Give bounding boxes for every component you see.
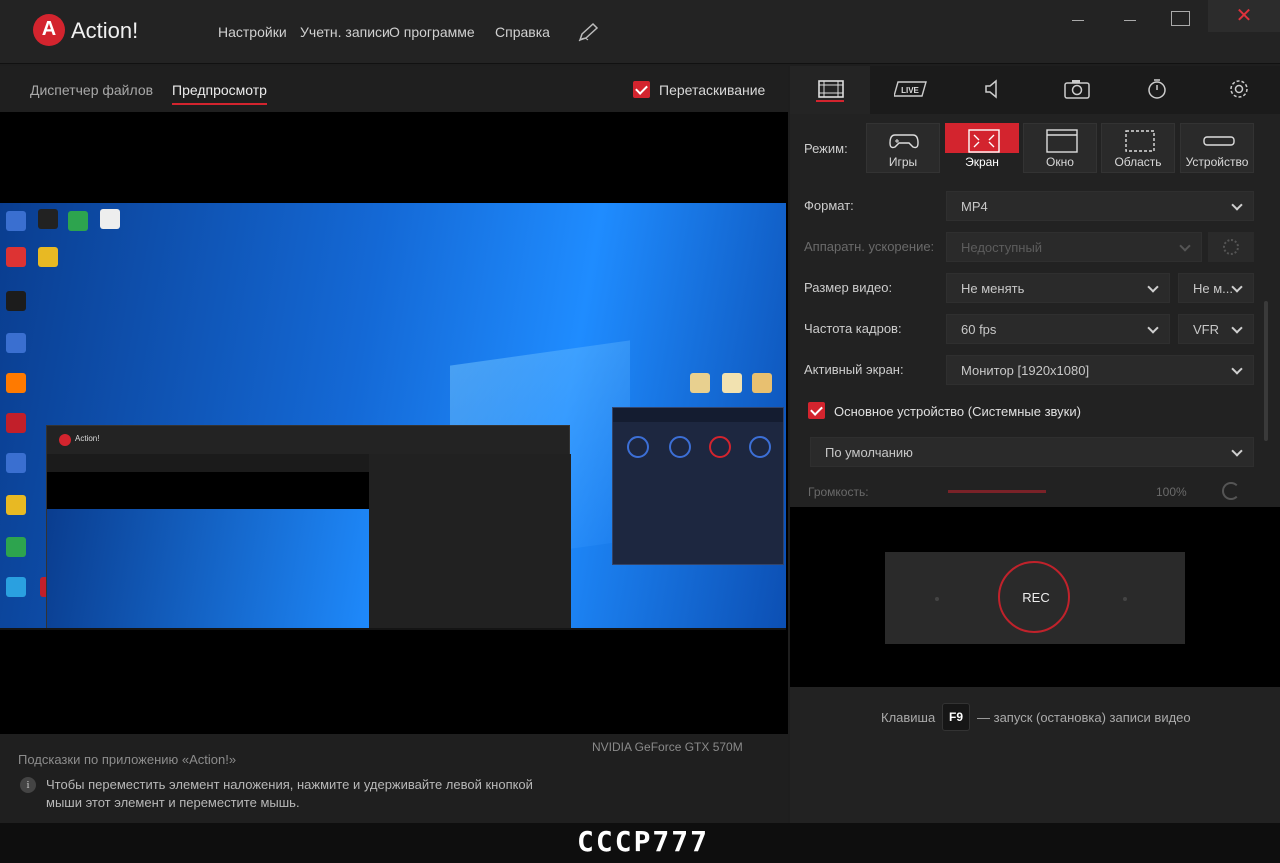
speaker-icon xyxy=(985,79,997,99)
mode-device-button[interactable]: Устройство xyxy=(1180,123,1254,173)
right-panel: LIVE Режим: Игры Экран Окно Область Устр… xyxy=(790,66,1280,823)
format-select[interactable]: MP4 xyxy=(946,191,1254,221)
hw-accel-label: Аппаратн. ускорение: xyxy=(804,239,935,254)
hotkey-description: — запуск (остановка) записи видео xyxy=(977,710,1191,725)
dot-right xyxy=(1123,597,1127,601)
volume-label: Громкость: xyxy=(808,485,869,499)
right-tab-bar: LIVE xyxy=(790,66,1280,114)
minimize-to-tray-button[interactable] xyxy=(1072,0,1088,34)
maximize-button[interactable] xyxy=(1171,0,1190,34)
volume-slider[interactable] xyxy=(948,490,1046,493)
device-icon xyxy=(1203,136,1235,146)
pen-icon[interactable] xyxy=(578,22,600,42)
menu-help[interactable]: Справка xyxy=(495,24,550,40)
info-icon: i xyxy=(20,777,36,793)
preview-desktop-image: Action! xyxy=(0,203,786,630)
volume-percent: 100% xyxy=(1156,485,1187,499)
app-window: A Action! Настройки Учетн. записи О прог… xyxy=(0,0,1280,863)
main-device-label: Основное устройство (Системные звуки) xyxy=(834,404,1081,419)
title-bar: A Action! Настройки Учетн. записи О прог… xyxy=(0,0,1280,64)
mode-label: Режим: xyxy=(804,141,848,156)
video-size-label: Размер видео: xyxy=(804,280,893,295)
timer-icon xyxy=(1148,79,1166,99)
drag-checkbox[interactable] xyxy=(633,81,650,98)
mode-window-button[interactable]: Окно xyxy=(1023,123,1097,173)
hw-accel-select: Недоступный xyxy=(946,232,1202,262)
volume-reset-icon[interactable] xyxy=(1222,482,1240,500)
gear-icon xyxy=(1230,80,1248,98)
fps-select[interactable]: 60 fps xyxy=(946,314,1170,344)
tab-file-manager[interactable]: Диспетчер файлов xyxy=(30,82,153,98)
tab-audio[interactable] xyxy=(954,66,1034,114)
active-screen-select[interactable]: Монитор [1920x1080] xyxy=(946,355,1254,385)
video-size-aux-select[interactable]: Не м... xyxy=(1178,273,1254,303)
live-icon: LIVE xyxy=(894,81,927,97)
hints-title: Подсказки по приложению «Action!» xyxy=(18,752,237,767)
window-icon xyxy=(1046,129,1078,153)
settings-scrollbar[interactable] xyxy=(1264,301,1268,441)
left-panel: Диспетчер файлов Предпросмотр Перетаскив… xyxy=(0,66,788,823)
film-icon xyxy=(818,80,844,98)
hotkey-key[interactable]: F9 xyxy=(942,703,970,731)
drag-label: Перетаскивание xyxy=(659,82,766,98)
video-size-select[interactable]: Не менять xyxy=(946,273,1170,303)
hint-text: Чтобы переместить элемент наложения, наж… xyxy=(46,777,533,810)
mode-games-button[interactable]: Игры xyxy=(866,123,940,173)
dot-left xyxy=(935,597,939,601)
region-icon xyxy=(1125,130,1155,152)
hw-accel-gear-icon xyxy=(1208,232,1254,262)
fullscreen-icon xyxy=(968,129,1000,153)
performance-monitor-window xyxy=(612,407,784,565)
tab-preview[interactable]: Предпросмотр xyxy=(172,82,267,105)
tab-screenshot[interactable] xyxy=(1036,66,1116,114)
left-tabs: Диспетчер файлов Предпросмотр Перетаскив… xyxy=(0,66,788,112)
main-device-checkbox[interactable] xyxy=(808,402,825,419)
tab-live[interactable]: LIVE xyxy=(872,66,952,114)
rec-panel: REC xyxy=(885,552,1185,644)
nested-action-window: Action! xyxy=(46,425,571,630)
active-screen-label: Активный экран: xyxy=(804,362,904,377)
watermark: CCCP777 xyxy=(577,825,710,858)
hotkey-prefix: Клавиша xyxy=(881,710,936,725)
mode-region-button[interactable]: Область xyxy=(1101,123,1175,173)
format-label: Формат: xyxy=(804,198,854,213)
fps-label: Частота кадров: xyxy=(804,321,902,336)
rec-area: REC xyxy=(790,507,1280,687)
gpu-name: NVIDIA GeForce GTX 570M xyxy=(592,740,743,754)
preview-area: Action! xyxy=(0,112,788,734)
tab-timer[interactable] xyxy=(1118,66,1198,114)
audio-device-select[interactable]: По умолчанию xyxy=(810,437,1254,467)
mode-screen-button[interactable]: Экран xyxy=(945,123,1019,169)
camera-icon xyxy=(1064,80,1090,99)
menu-about[interactable]: О программе xyxy=(389,24,475,40)
close-button[interactable]: ✕ xyxy=(1208,0,1280,32)
menu-settings[interactable]: Настройки xyxy=(218,24,287,40)
fps-mode-select[interactable]: VFR xyxy=(1178,314,1254,344)
minimize-button[interactable] xyxy=(1124,0,1140,34)
windows-taskbar xyxy=(0,628,786,630)
svg-text:LIVE: LIVE xyxy=(901,86,919,95)
app-title: Action! xyxy=(71,18,139,43)
menu-accounts[interactable]: Учетн. записи xyxy=(300,24,390,40)
settings-list: Формат: MP4 Аппаратн. ускорение: Недосту… xyxy=(790,181,1280,505)
gamepad-icon xyxy=(889,134,919,149)
tab-settings[interactable] xyxy=(1200,66,1280,114)
rec-button[interactable]: REC xyxy=(998,561,1070,633)
app-logo-icon: A xyxy=(33,14,65,46)
tab-video[interactable] xyxy=(790,66,870,114)
bottom-strip: CCCP777 xyxy=(0,823,1280,863)
